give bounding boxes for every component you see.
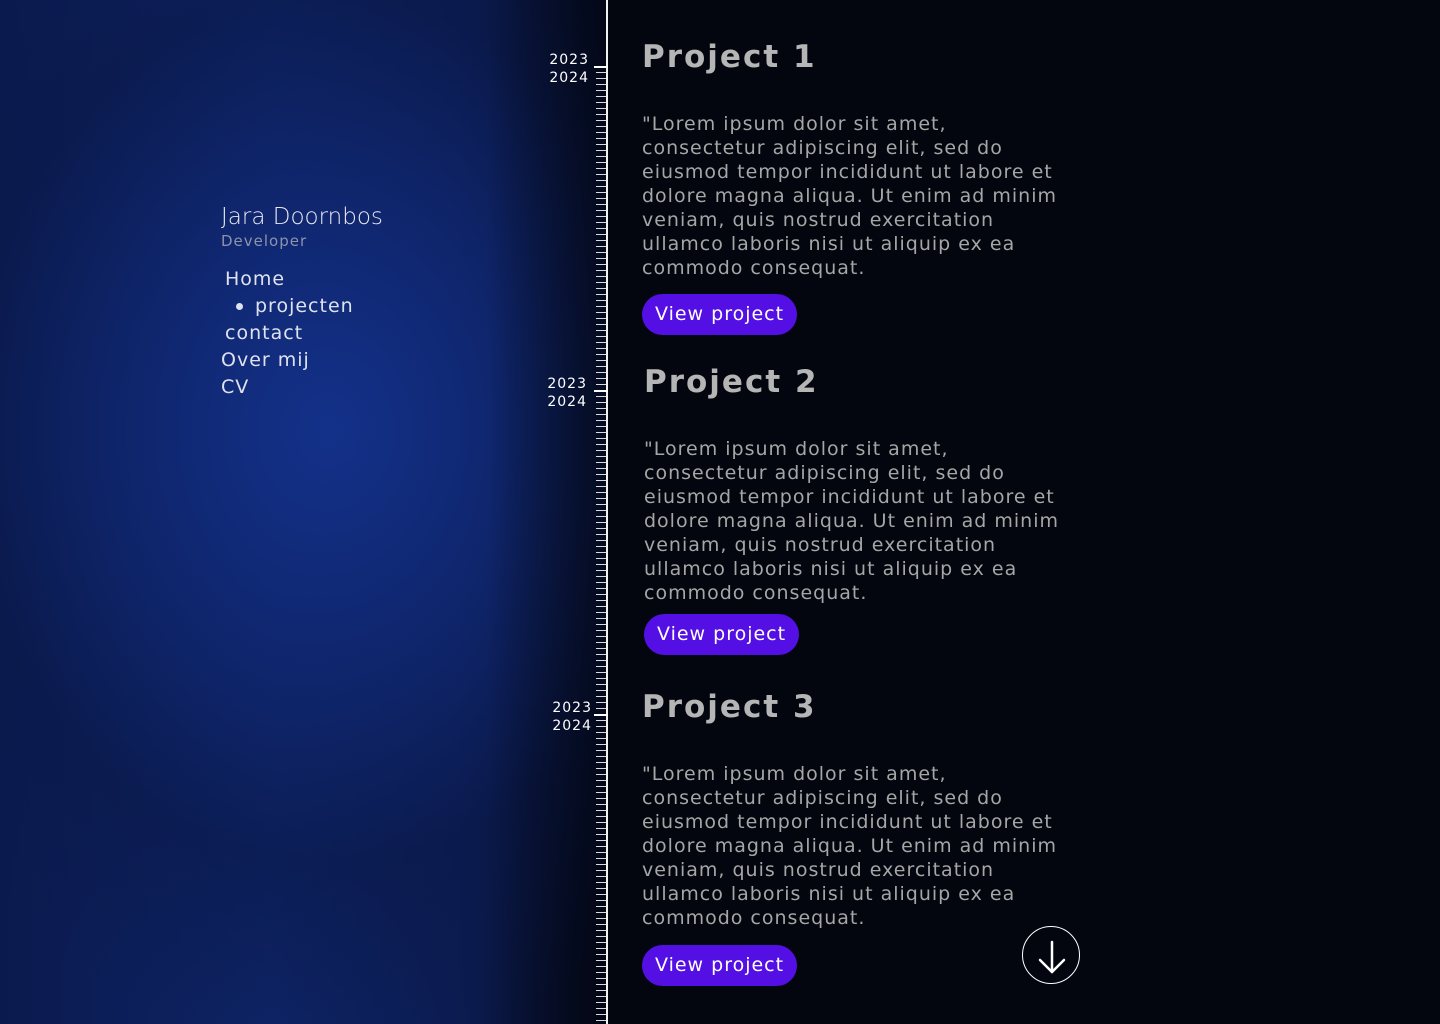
project-card: Project 1 "Lorem ipsum dolor sit amet, c… [642,38,1062,335]
project-title: Project 2 [644,364,819,400]
nav-link-contact[interactable]: contact [225,321,303,345]
timeline-ticks [596,66,606,1024]
nav-link-about[interactable]: Over mij [221,348,310,372]
profile-name: Jara Doornbos [221,204,383,230]
nav-link-cv[interactable]: CV [221,375,249,399]
timeline-year-start: 2023 [547,376,587,392]
timeline-year-end: 2024 [552,718,592,734]
arrow-down-icon [1023,927,1079,985]
timeline-year-start: 2023 [549,52,589,68]
active-bullet-icon [236,303,243,310]
view-project-button[interactable]: View project [642,945,798,986]
project-card: Project 3 "Lorem ipsum dolor sit amet, c… [642,688,1062,986]
project-title: Project 3 [642,689,817,725]
timeline-major-tick [594,66,608,68]
timeline-year-end: 2024 [547,394,587,410]
project-description: "Lorem ipsum dolor sit amet, consectetur… [644,438,1059,604]
project-title: Project 1 [642,39,817,75]
portfolio-page: Jara Doornbos Developer Home projecten c… [0,0,1440,1024]
view-project-button[interactable]: View project [644,614,800,655]
project-description: "Lorem ipsum dolor sit amet, consectetur… [642,763,1057,929]
timeline-major-tick [594,390,608,392]
scroll-down-button[interactable] [1022,926,1080,984]
nav-link-projects[interactable]: projecten [255,294,354,318]
nav-link-home[interactable]: Home [225,267,285,291]
project-description: "Lorem ipsum dolor sit amet, consectetur… [642,113,1057,279]
profile-role: Developer [221,232,308,250]
view-project-button[interactable]: View project [642,294,798,335]
timeline-major-tick [594,714,608,716]
timeline-line [606,0,608,1024]
project-card: Project 2 "Lorem ipsum dolor sit amet, c… [644,363,1064,655]
sidebar-background [0,0,608,1024]
timeline-year-end: 2024 [549,70,589,86]
timeline-year-start: 2023 [552,700,592,716]
